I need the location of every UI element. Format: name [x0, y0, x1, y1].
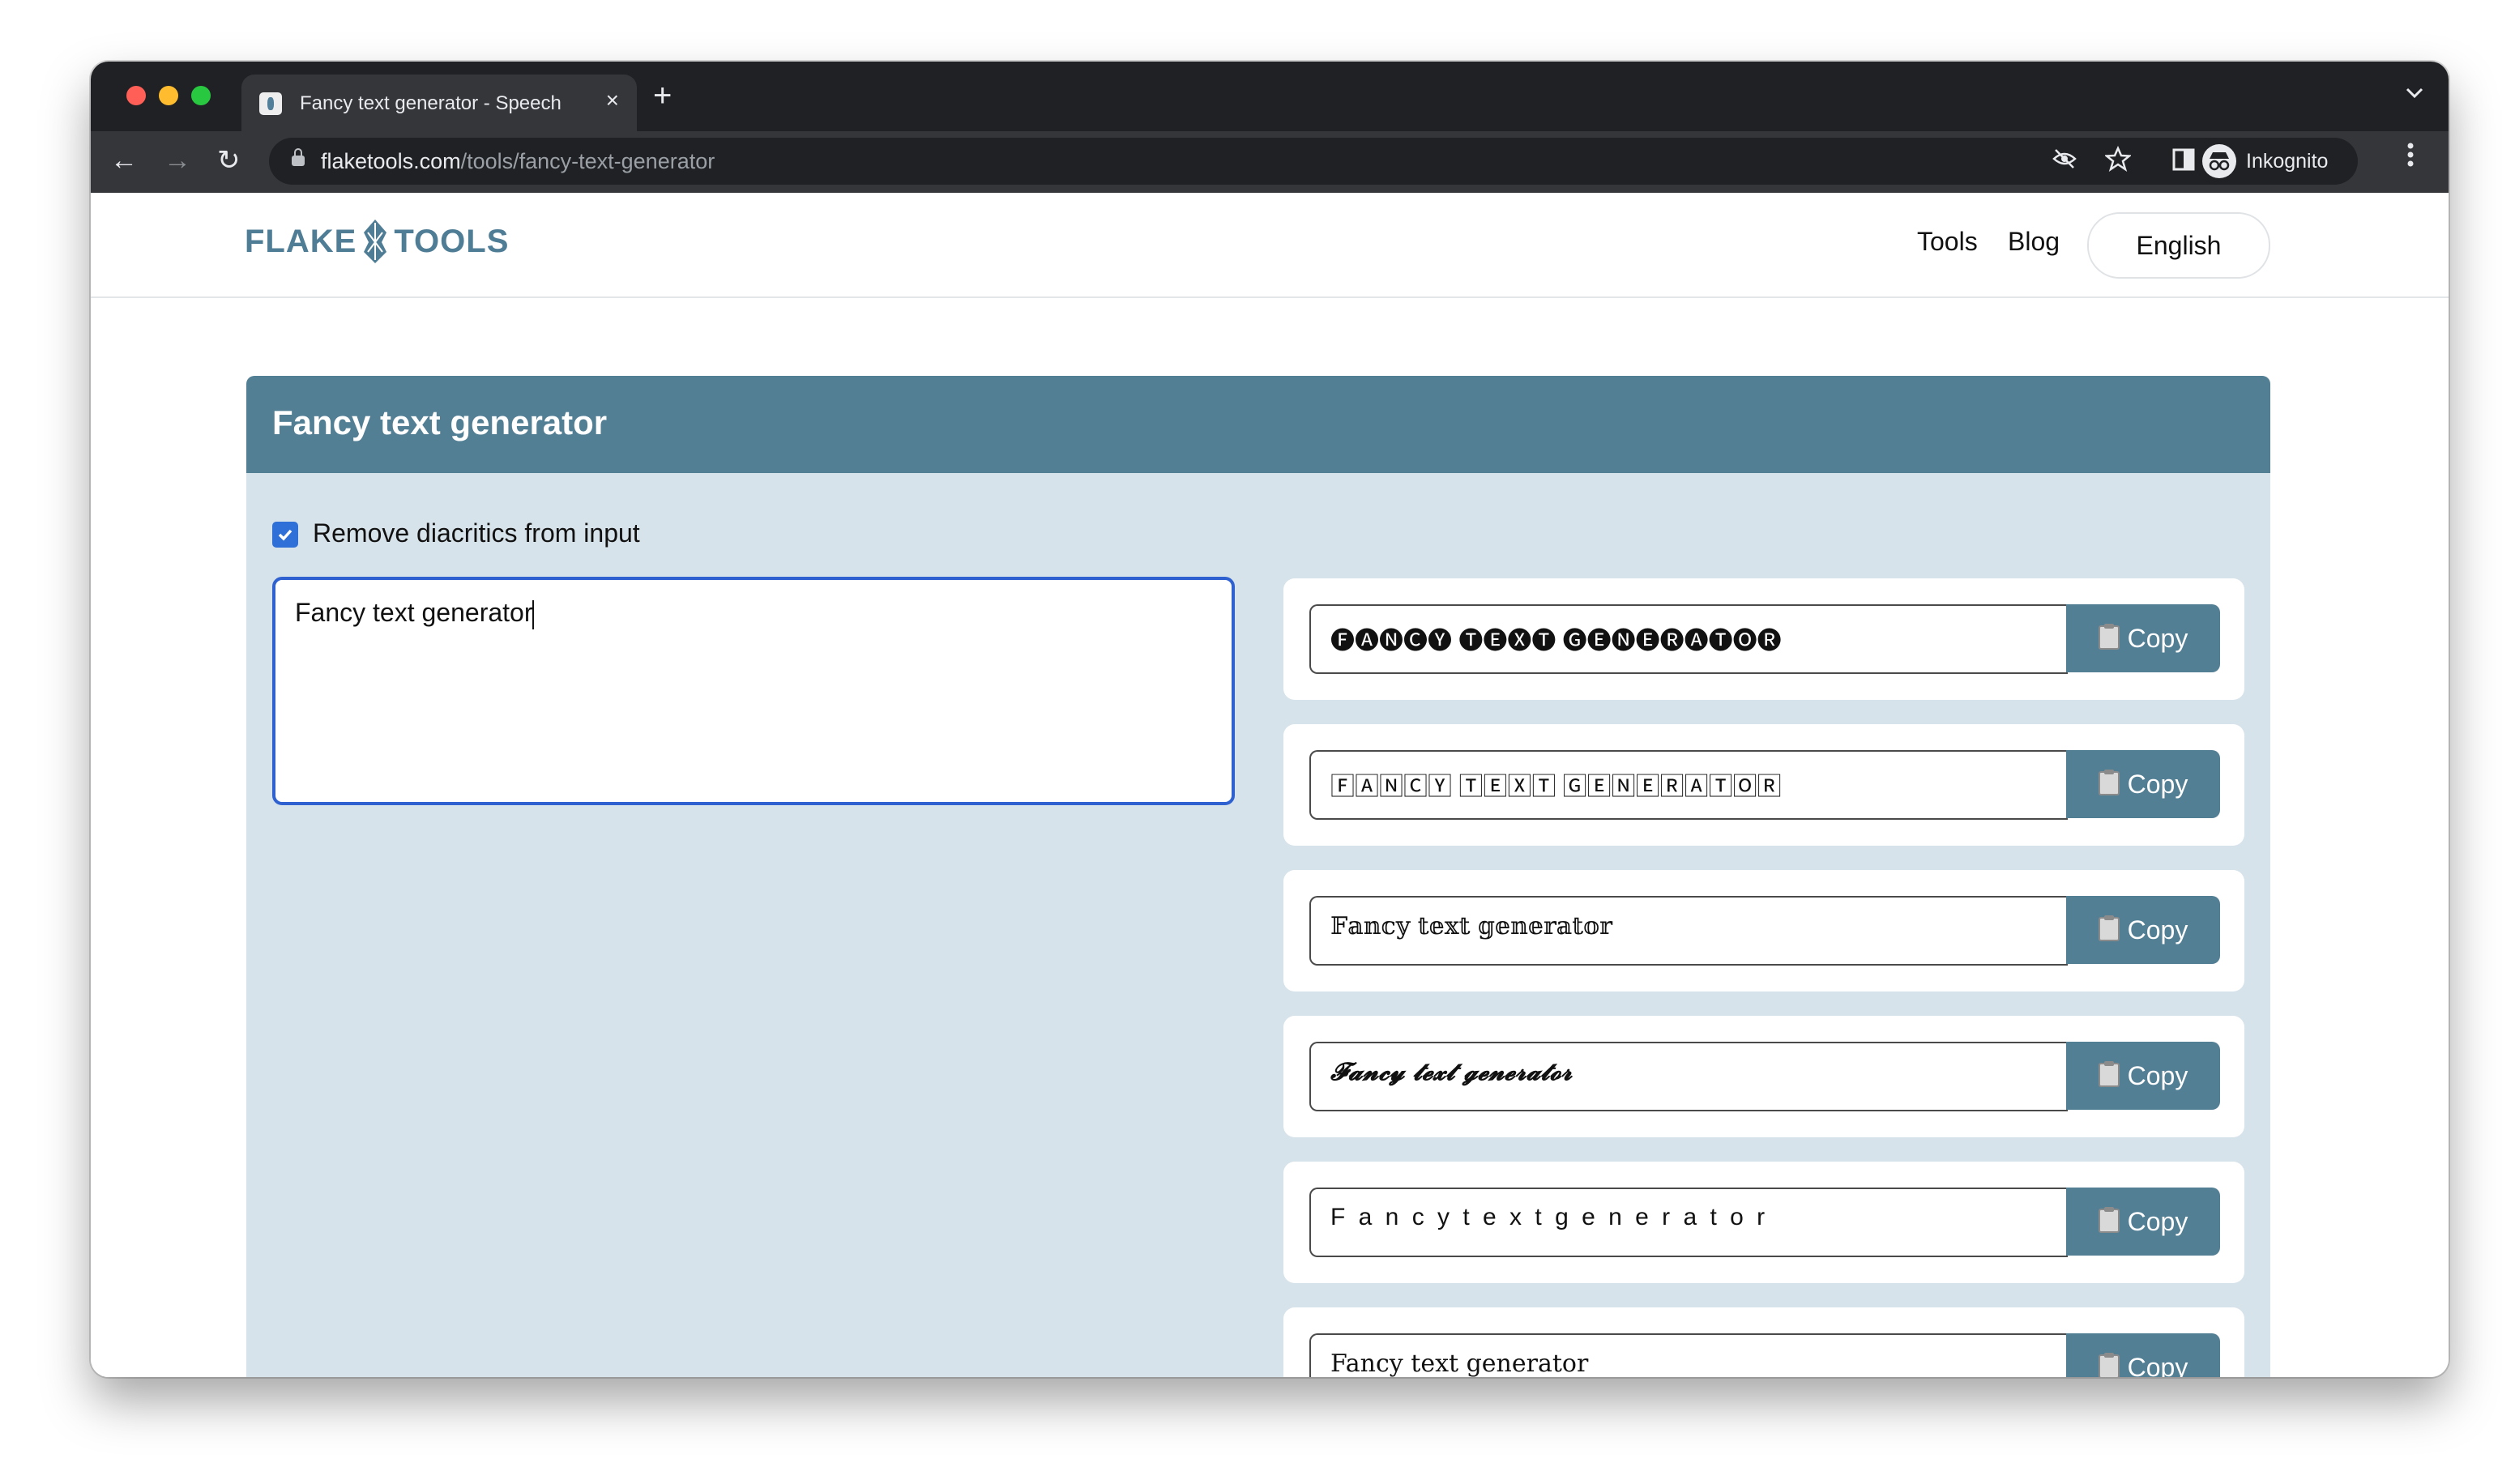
- clipboard-icon: [2098, 1353, 2120, 1377]
- result-output-field[interactable]: F a n c y t e x t g e n e r a t o r: [1309, 1188, 2068, 1257]
- clipboard-icon: [2098, 624, 2120, 650]
- copy-button[interactable]: Copy: [2066, 896, 2220, 964]
- incognito-label: Inkognito: [2246, 150, 2329, 173]
- result-output-text: 𝓕𝓪𝓷𝓬𝔂 𝓽𝓮𝔁𝓽 𝓰𝓮𝓷𝓮𝓻𝓪𝓽𝓸𝓻: [1330, 1058, 1573, 1086]
- copy-label: Copy: [2127, 1207, 2188, 1236]
- copy-label: Copy: [2127, 1353, 2188, 1377]
- url-domain: flaketools.com: [321, 149, 461, 173]
- clipboard-icon: [2098, 1207, 2120, 1233]
- copy-button[interactable]: Copy: [2066, 604, 2220, 672]
- new-tab-button[interactable]: +: [653, 78, 672, 113]
- tool-title: Fancy text generator: [272, 403, 608, 441]
- incognito-icon: [2202, 144, 2236, 178]
- site-favicon-icon: [259, 92, 282, 115]
- reload-button[interactable]: ↻: [217, 143, 241, 178]
- result-output-field[interactable]: 𝓕𝓪𝓷𝓬𝔂 𝓽𝓮𝔁𝓽 𝓰𝓮𝓷𝓮𝓻𝓪𝓽𝓸𝓻: [1309, 1042, 2068, 1111]
- tab-bar: Fancy text generator - Speech × +: [91, 62, 2449, 131]
- browser-toolbar: ← → ↻ flaketools.com/tools/fancy-text-ge…: [91, 131, 2449, 193]
- copy-label: Copy: [2127, 915, 2188, 945]
- page-viewport: FLAKE TOOLS Tools Blog English Fancy tex…: [91, 193, 2449, 1377]
- result-row: 🅕🅐🅝🅒🅨 🅣🅔🅧🅣 🅖🅔🅝🅔🅡🅐🅣🅞🅡 Copy: [1283, 578, 2244, 700]
- tab-title: Fancy text generator - Speech: [300, 92, 561, 114]
- result-output-text: 𝔽𝕒𝕟𝕔𝕪 𝕥𝕖𝕩𝕥 𝕘𝕖𝕟𝕖𝕣𝕒𝕥𝕠𝕣: [1330, 912, 1612, 940]
- active-tab[interactable]: Fancy text generator - Speech ×: [241, 75, 637, 131]
- result-row: 🄵🄰🄽🄲🅈 🅃🄴🅇🅃 🄶🄴🄽🄴🅁🄰🅃🄾🅁 Copy: [1283, 724, 2244, 846]
- copy-label: Copy: [2127, 624, 2188, 653]
- clipboard-icon: [2098, 1061, 2120, 1087]
- result-row: 𝔽𝕒𝕟𝕔𝕪 𝕥𝕖𝕩𝕥 𝕘𝕖𝕟𝕖𝕣𝕒𝕥𝕠𝕣 Copy: [1283, 870, 2244, 991]
- result-output-text: F a n c y t e x t g e n e r a t o r: [1330, 1204, 1769, 1230]
- remove-diacritics-checkbox[interactable]: [272, 522, 298, 548]
- text-input-value: Fancy text generator: [295, 598, 535, 629]
- tool-card-header: Fancy text generator: [246, 376, 2270, 473]
- result-output-text: 🅕🅐🅝🅒🅨 🅣🅔🅧🅣 🅖🅔🅝🅔🅡🅐🅣🅞🅡: [1330, 628, 1782, 655]
- snowflake-logo-icon: [364, 220, 387, 263]
- zoom-window-button[interactable]: [191, 86, 211, 105]
- remove-diacritics-label[interactable]: Remove diacritics from input: [313, 518, 640, 548]
- copy-button[interactable]: Copy: [2066, 1042, 2220, 1110]
- site-header: FLAKE TOOLS Tools Blog English: [91, 193, 2449, 298]
- result-row: F a n c y t e x t g e n e r a t o r Copy: [1283, 1162, 2244, 1283]
- clipboard-icon: [2098, 915, 2120, 941]
- incognito-profile-button[interactable]: Inkognito: [2196, 138, 2358, 185]
- language-selector-button[interactable]: English: [2087, 212, 2270, 279]
- close-window-button[interactable]: [126, 86, 146, 105]
- address-bar[interactable]: flaketools.com/tools/fancy-text-generato…: [269, 138, 2270, 185]
- url-text[interactable]: flaketools.com/tools/fancy-text-generato…: [321, 149, 715, 174]
- tab-search-chevron-icon[interactable]: [2405, 83, 2424, 105]
- site-logo[interactable]: FLAKE TOOLS: [245, 217, 509, 266]
- nav-tools-link[interactable]: Tools: [1917, 227, 1978, 257]
- eye-off-icon[interactable]: [2052, 146, 2077, 179]
- browser-window: Fancy text generator - Speech × + ← → ↻ …: [91, 62, 2449, 1377]
- copy-button[interactable]: Copy: [2066, 1188, 2220, 1256]
- url-path: /tools/fancy-text-generator: [460, 149, 715, 173]
- nav-blog-link[interactable]: Blog: [2008, 227, 2060, 257]
- result-output-field[interactable]: 🅕🅐🅝🅒🅨 🅣🅔🅧🅣 🅖🅔🅝🅔🅡🅐🅣🅞🅡: [1309, 604, 2068, 674]
- copy-label: Copy: [2127, 1061, 2188, 1090]
- side-panel-icon[interactable]: [2171, 147, 2196, 179]
- clipboard-icon: [2098, 770, 2120, 795]
- text-caret: [532, 599, 535, 629]
- result-output-field[interactable]: Fancy text generator: [1309, 1333, 2068, 1377]
- result-output-field[interactable]: 🄵🄰🄽🄲🅈 🅃🄴🅇🅃 🄶🄴🄽🄴🅁🄰🅃🄾🅁: [1309, 750, 2068, 820]
- input-value-text: Fancy text generator: [295, 598, 533, 627]
- result-output-text: 🄵🄰🄽🄲🅈 🅃🄴🅇🅃 🄶🄴🄽🄴🅁🄰🅃🄾🅁: [1330, 774, 1782, 800]
- logo-text-right: TOOLS: [394, 223, 510, 259]
- logo-text-left: FLAKE: [245, 223, 357, 259]
- lock-icon[interactable]: [292, 148, 305, 166]
- result-output-field[interactable]: 𝔽𝕒𝕟𝕔𝕪 𝕥𝕖𝕩𝕥 𝕘𝕖𝕟𝕖𝕣𝕒𝕥𝕠𝕣: [1309, 896, 2068, 966]
- copy-button[interactable]: Copy: [2066, 750, 2220, 818]
- result-row: Fancy text generator Copy: [1283, 1307, 2244, 1377]
- star-icon[interactable]: [2103, 145, 2133, 179]
- kebab-menu-icon[interactable]: [2406, 141, 2415, 177]
- result-row: 𝓕𝓪𝓷𝓬𝔂 𝓽𝓮𝔁𝓽 𝓰𝓮𝓷𝓮𝓻𝓪𝓽𝓸𝓻 Copy: [1283, 1016, 2244, 1137]
- minimize-window-button[interactable]: [159, 86, 178, 105]
- text-input-area[interactable]: Fancy text generator: [272, 577, 1235, 805]
- close-tab-icon[interactable]: ×: [606, 87, 619, 113]
- result-output-text: Fancy text generator: [1330, 1350, 1589, 1377]
- forward-button[interactable]: →: [164, 143, 191, 178]
- copy-button[interactable]: Copy: [2066, 1333, 2220, 1377]
- copy-label: Copy: [2127, 770, 2188, 799]
- back-button[interactable]: ←: [110, 143, 138, 178]
- tool-card: Fancy text generator Remove diacritics f…: [246, 376, 2270, 1377]
